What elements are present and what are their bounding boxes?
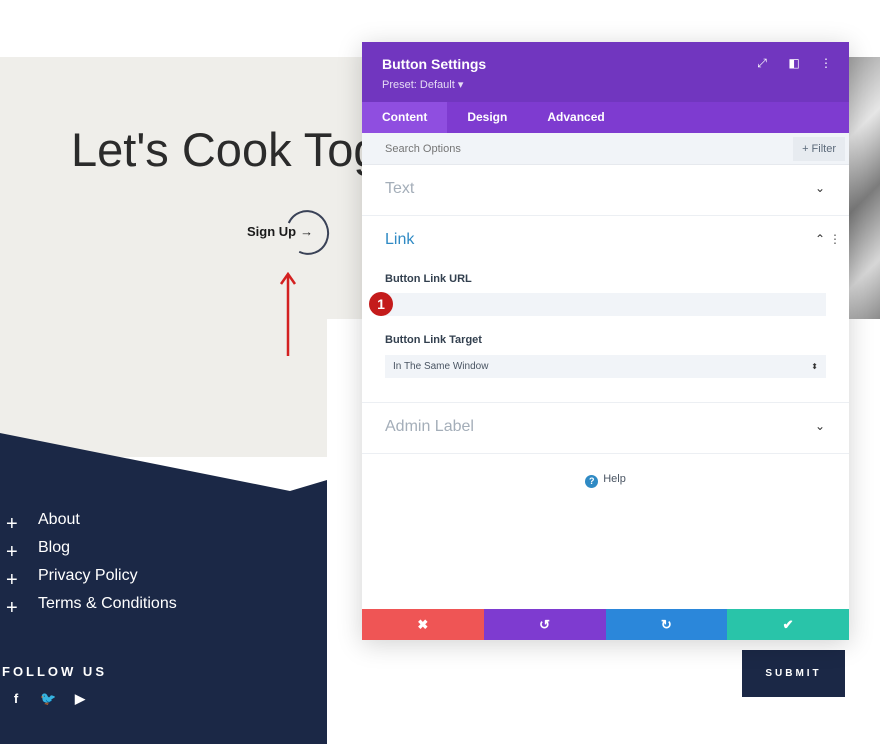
plus-icon: + xyxy=(6,513,18,535)
tab-advanced[interactable]: Advanced xyxy=(527,102,624,133)
footer-link-label: Terms & Conditions xyxy=(38,595,177,612)
help-icon: ? xyxy=(585,475,599,488)
search-row: + Filter xyxy=(362,133,849,165)
footer-link-terms[interactable]: + Terms & Conditions xyxy=(6,590,177,618)
modal-footer: ✖ ↺ ↻ ✔ xyxy=(362,609,849,640)
expand-icon[interactable]: ⤢ xyxy=(755,56,769,71)
footer-link-label: Privacy Policy xyxy=(38,567,138,584)
section-title: Admin Label xyxy=(385,418,474,435)
red-annotation-arrow xyxy=(279,272,297,356)
modal-tabs: Content Design Advanced xyxy=(362,102,849,133)
footer-links: + About + Blog + Privacy Policy + Terms … xyxy=(6,506,177,618)
section-options-icon[interactable]: ⋮ xyxy=(829,232,841,246)
tab-design[interactable]: Design xyxy=(447,102,527,133)
discard-button[interactable]: ✖ xyxy=(362,609,484,640)
modal-header[interactable]: Button Settings Preset: Default ▾ ⤢ ◧ ⋮ xyxy=(362,42,849,102)
redo-button[interactable]: ↻ xyxy=(605,609,728,640)
plus-icon: + xyxy=(6,569,18,591)
help-link[interactable]: ? Help xyxy=(362,473,849,488)
youtube-icon[interactable]: ▶ xyxy=(72,691,88,707)
submit-button[interactable]: SUBMIT xyxy=(742,650,845,697)
step-badge: 1 xyxy=(369,292,393,316)
chevron-down-icon: ⌄ xyxy=(814,181,825,195)
section-title: Text xyxy=(385,180,415,197)
select-value: In The Same Window xyxy=(393,361,489,372)
button-link-url-input[interactable] xyxy=(385,293,826,316)
facebook-icon[interactable]: f xyxy=(8,691,24,707)
modal-title: Button Settings xyxy=(382,56,487,72)
text-section: Text ⌄ xyxy=(362,165,849,216)
help-label: Help xyxy=(603,473,626,485)
header-icons: ⤢ ◧ ⋮ xyxy=(755,56,833,71)
undo-button[interactable]: ↺ xyxy=(483,609,606,640)
save-button[interactable]: ✔ xyxy=(727,609,849,640)
footer-link-blog[interactable]: + Blog xyxy=(6,534,177,562)
select-arrows-icon: ⬍ xyxy=(811,362,818,371)
tab-content[interactable]: Content xyxy=(362,102,448,133)
text-section-toggle[interactable]: Text ⌄ xyxy=(362,165,849,215)
footer-link-label: Blog xyxy=(38,539,71,556)
social-icons: f 🐦 ▶ xyxy=(8,691,88,707)
split-view-icon[interactable]: ◧ xyxy=(787,56,801,71)
button-link-target-label: Button Link Target xyxy=(385,334,482,346)
search-options-input[interactable] xyxy=(372,133,772,165)
chevron-up-icon: ⌃ xyxy=(814,232,825,246)
twitter-icon[interactable]: 🐦 xyxy=(40,691,56,707)
chevron-down-icon: ⌄ xyxy=(814,419,825,433)
admin-label-section: Admin Label ⌄ xyxy=(362,403,849,454)
footer-link-about[interactable]: + About xyxy=(6,506,177,534)
plus-icon: + xyxy=(6,597,18,619)
filter-button[interactable]: + Filter xyxy=(793,137,845,161)
follow-us-heading: FOLLOW US xyxy=(2,664,107,679)
admin-label-section-toggle[interactable]: Admin Label ⌄ xyxy=(362,403,849,453)
section-title: Link xyxy=(385,231,415,248)
link-section: Link ⌃ ⋮ Button Link URL Button Link Tar… xyxy=(362,216,849,403)
button-link-target-select[interactable]: In The Same Window ⬍ xyxy=(385,355,826,378)
link-section-toggle[interactable]: Link ⌃ ⋮ xyxy=(362,216,849,266)
preset-dropdown[interactable]: Preset: Default ▾ xyxy=(382,78,463,91)
more-options-icon[interactable]: ⋮ xyxy=(819,56,833,71)
footer-link-label: About xyxy=(38,511,80,528)
footer-link-privacy[interactable]: + Privacy Policy xyxy=(6,562,177,590)
button-settings-modal: Button Settings Preset: Default ▾ ⤢ ◧ ⋮ … xyxy=(362,42,849,640)
hero-title: Let's Cook Tog xyxy=(71,123,380,176)
plus-icon: + xyxy=(6,541,18,563)
button-link-url-label: Button Link URL xyxy=(385,273,472,285)
